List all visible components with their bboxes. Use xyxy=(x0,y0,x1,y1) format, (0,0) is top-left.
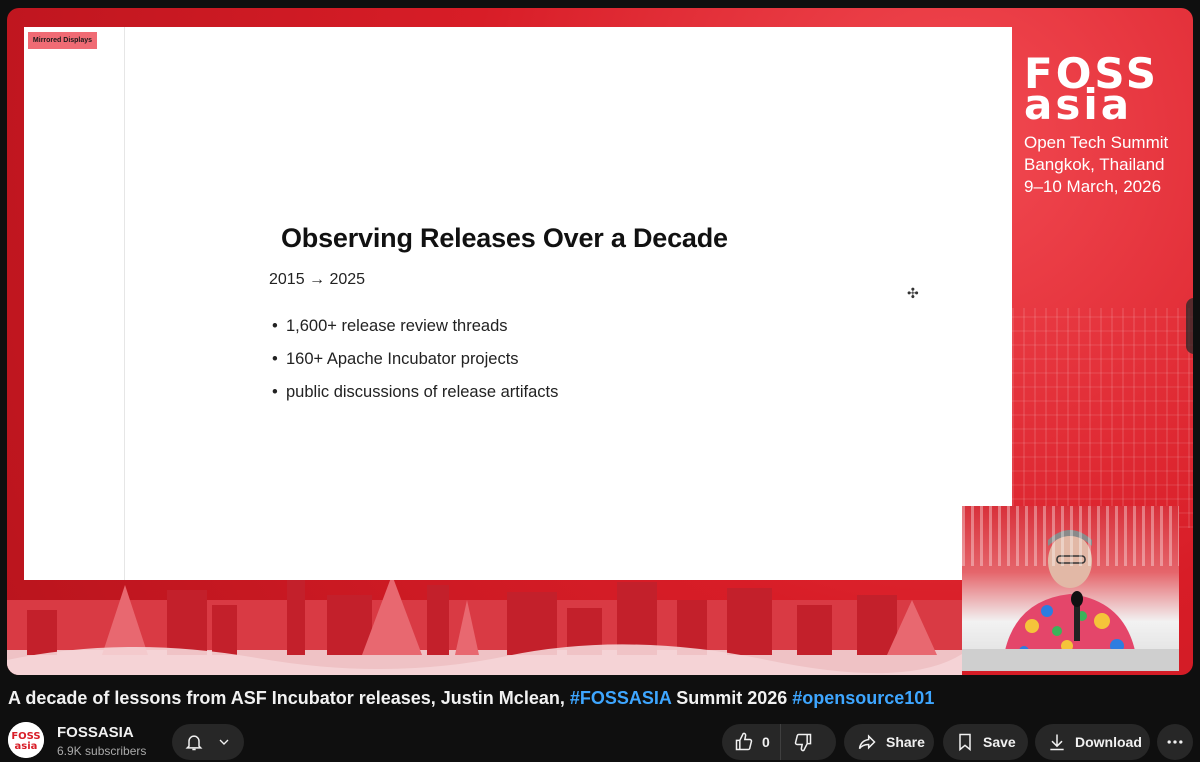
avatar-logo-text: asia xyxy=(15,741,38,752)
more-icon xyxy=(1165,732,1185,752)
slide-bullet: 1,600+ release review threads xyxy=(269,317,558,350)
slide-bullet: 160+ Apache Incubator projects xyxy=(269,350,558,383)
download-button[interactable]: Download xyxy=(1035,724,1150,760)
slide-subtitle: 2015 → 2025 xyxy=(269,271,366,288)
channel-name[interactable]: FOSSASIA xyxy=(57,724,134,741)
bookmark-icon xyxy=(955,732,975,752)
channel-avatar[interactable]: FOSS asia xyxy=(8,722,44,758)
thumbs-up-icon xyxy=(734,732,754,752)
presentation-slide: Mirrored Displays Observing Releases Ove… xyxy=(24,27,1012,580)
chevron-down-icon xyxy=(216,734,232,750)
dislike-button[interactable] xyxy=(781,724,825,760)
slide-bullet-list: 1,600+ release review threads 160+ Apach… xyxy=(269,317,558,416)
subscriber-count: 6.9K subscribers xyxy=(57,744,147,758)
speaker-camera-feed xyxy=(962,506,1179,671)
event-dates: 9–10 March, 2026 xyxy=(1024,177,1162,196)
slide-divider xyxy=(124,27,125,580)
event-branding: FOSS asia Open Tech Summit Bangkok, Thai… xyxy=(1024,49,1193,198)
event-name: Open Tech Summit xyxy=(1024,133,1169,152)
thumbs-down-icon xyxy=(793,732,813,752)
slide-title: Observing Releases Over a Decade xyxy=(281,223,728,253)
slide-bullet: public discussions of release artifacts xyxy=(269,383,558,416)
hashtag-link[interactable]: #opensource101 xyxy=(792,688,934,708)
mirrored-displays-tag: Mirrored Displays xyxy=(28,32,97,49)
more-actions-button[interactable] xyxy=(1157,724,1193,760)
video-title: A decade of lessons from ASF Incubator r… xyxy=(8,688,935,708)
video-player[interactable]: Mirrored Displays Observing Releases Ove… xyxy=(7,8,1193,675)
save-label: Save xyxy=(983,734,1016,750)
like-count: 0 xyxy=(762,734,770,750)
save-button[interactable]: Save xyxy=(943,724,1028,760)
bell-icon xyxy=(184,732,204,752)
share-icon xyxy=(856,732,878,752)
hashtag-link[interactable]: #FOSSASIA xyxy=(570,688,671,708)
download-icon xyxy=(1047,732,1067,752)
share-button[interactable]: Share xyxy=(844,724,934,760)
skyline-illustration xyxy=(7,580,962,675)
download-label: Download xyxy=(1075,734,1142,750)
fossasia-logo: FOSS asia xyxy=(1024,49,1160,129)
like-button[interactable]: 0 xyxy=(722,724,781,760)
next-chevron-icon[interactable]: › xyxy=(1186,298,1193,354)
event-location: Bangkok, Thailand xyxy=(1024,155,1165,174)
subscription-bell-button[interactable] xyxy=(172,724,244,760)
like-dislike-group: 0 xyxy=(722,724,836,760)
move-cursor-icon: ✣ xyxy=(907,285,919,301)
share-label: Share xyxy=(886,734,925,750)
